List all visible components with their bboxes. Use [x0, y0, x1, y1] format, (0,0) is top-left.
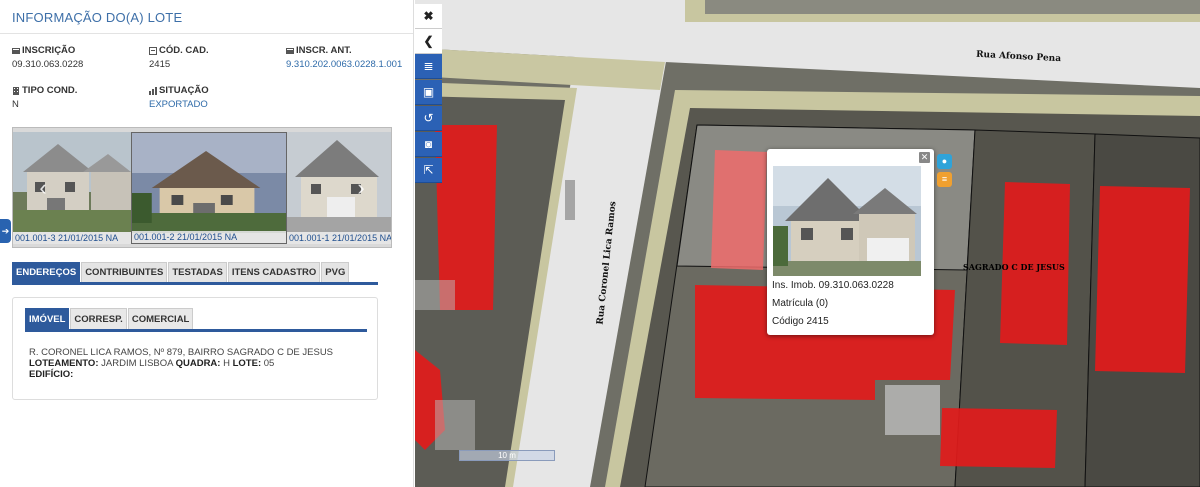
loteamento-value: JARDIM LISBOA: [101, 358, 173, 369]
field-label: INSCRIÇÃO: [22, 45, 76, 56]
carousel-prev-icon[interactable]: ‹: [35, 177, 51, 199]
field-value-link[interactable]: 9.310.202.0063.0228.1.001: [286, 59, 402, 70]
window-icon[interactable]: ▣: [415, 80, 442, 105]
field-label: SITUAÇÃO: [159, 85, 209, 96]
map-toolbar: ✖ ❮ ≣ ▣ ↺ ◙ ⇱: [415, 0, 442, 487]
lote-value: 05: [263, 358, 275, 369]
close-icon[interactable]: ✖: [415, 4, 442, 29]
map-popup: ✕ Ins. Imob. 09.310.063.0228 Matrícula (…: [767, 149, 934, 335]
field-inscr-ant: INSCR. ANT. 9.310.202.0063.0228.1.001: [286, 45, 402, 70]
edificio-line: EDIFÍCIO:: [29, 369, 333, 380]
field-value: 09.310.063.0228: [12, 59, 84, 70]
list-icon[interactable]: ≣: [415, 54, 442, 79]
tab-enderecos[interactable]: ENDEREÇOS: [12, 262, 81, 282]
photo-thumbnail[interactable]: 001.001-1 21/01/2015 NA: [287, 132, 392, 244]
map-scale-bar: 10 m: [459, 450, 555, 461]
photo-thumbnail-active[interactable]: 001.001-2 21/01/2015 NA: [131, 132, 287, 244]
popup-inscricao: Ins. Imob. 09.310.063.0228: [772, 280, 894, 291]
document-icon: [149, 46, 157, 55]
photo-caption: 001.001-1 21/01/2015 NA: [287, 232, 392, 244]
list-icon[interactable]: ≡: [937, 172, 952, 187]
panel-title: INFORMAÇÃO DO(A) LOTE: [12, 10, 183, 25]
photo-carousel: 001.001-3 21/01/2015 NA 001.001-2 21/01/…: [12, 127, 392, 248]
field-cod-cad: CÓD. CAD. 2415: [149, 45, 209, 70]
popup-codigo: Código 2415: [772, 316, 829, 327]
export-icon[interactable]: ⇱: [415, 158, 442, 183]
edificio-label: EDIFÍCIO:: [29, 369, 74, 380]
loteamento-label: LOTEAMENTO:: [29, 358, 99, 369]
field-label: CÓD. CAD.: [159, 45, 209, 56]
field-inscricao: INSCRIÇÃO 09.310.063.0228: [12, 45, 83, 70]
lot-info-panel: INFORMAÇÃO DO(A) LOTE INSCRIÇÃO 09.310.0…: [0, 0, 414, 487]
address-block: R. CORONEL LICA RAMOS, Nº 879, BAIRRO SA…: [29, 347, 333, 380]
field-value: 2415: [149, 59, 171, 70]
id-card-icon: [12, 47, 20, 55]
tab-itens-cadastro[interactable]: ITENS CADASTRO: [227, 262, 321, 282]
sub-tabs: IMÓVEL CORRESP. COMERCIAL: [25, 308, 367, 332]
camera-icon[interactable]: ◙: [415, 132, 442, 157]
house-photo: [13, 132, 131, 232]
carousel-next-icon[interactable]: ›: [353, 177, 369, 199]
subtab-comercial[interactable]: COMERCIAL: [127, 308, 194, 329]
subtab-corresp[interactable]: CORRESP.: [70, 308, 127, 329]
chart-icon: [149, 86, 157, 95]
building-icon: [12, 86, 20, 95]
quadra-label: QUADRA:: [175, 358, 221, 369]
tab-contribuintes[interactable]: CONTRIBUINTES: [81, 262, 168, 282]
tab-pvg[interactable]: PVG: [321, 262, 350, 282]
neighborhood-label: SAGRADO C DE JESUS: [963, 262, 1065, 272]
quadra-value: H: [223, 358, 230, 369]
house-photo: [773, 166, 921, 276]
photo-thumbnail[interactable]: 001.001-3 21/01/2015 NA: [13, 132, 131, 244]
lote-label: LOTE:: [232, 358, 262, 369]
scale-label: 10 m: [498, 451, 516, 460]
address-line: R. CORONEL LICA RAMOS, Nº 879, BAIRRO SA…: [29, 347, 334, 358]
popup-close-icon[interactable]: ✕: [919, 152, 930, 163]
field-value: N: [12, 99, 19, 110]
main-tabs: ENDEREÇOS CONTRIBUINTES TESTADAS ITENS C…: [12, 262, 378, 285]
field-situacao: SITUAÇÃO EXPORTADO: [149, 85, 209, 110]
field-label: INSCR. ANT.: [296, 45, 352, 56]
field-value-link[interactable]: EXPORTADO: [149, 99, 209, 110]
address-tab-content: IMÓVEL CORRESP. COMERCIAL R. CORONEL LIC…: [12, 297, 378, 400]
loteamento-line: LOTEAMENTO: JARDIM LISBOA QUADRA: H LOTE…: [29, 358, 333, 369]
id-card-icon: [286, 47, 294, 55]
history-icon[interactable]: ↺: [415, 106, 442, 131]
house-photo: [287, 132, 391, 232]
house-photo: [132, 133, 286, 233]
tab-testadas[interactable]: TESTADAS: [168, 262, 227, 282]
photo-caption: 001.001-2 21/01/2015 NA: [132, 231, 286, 243]
field-label: TIPO COND.: [22, 85, 78, 96]
chevron-left-icon[interactable]: ❮: [415, 29, 442, 54]
photo-caption: 001.001-3 21/01/2015 NA: [13, 232, 131, 244]
subtab-imovel[interactable]: IMÓVEL: [25, 308, 70, 329]
sidebar-toggle-arrow-icon[interactable]: ➔: [0, 219, 11, 243]
field-tipo-cond: TIPO COND. N: [12, 85, 77, 110]
popup-matricula: Matrícula (0): [772, 298, 829, 309]
info-icon[interactable]: ●: [937, 154, 952, 169]
panel-header: INFORMAÇÃO DO(A) LOTE: [0, 0, 413, 34]
